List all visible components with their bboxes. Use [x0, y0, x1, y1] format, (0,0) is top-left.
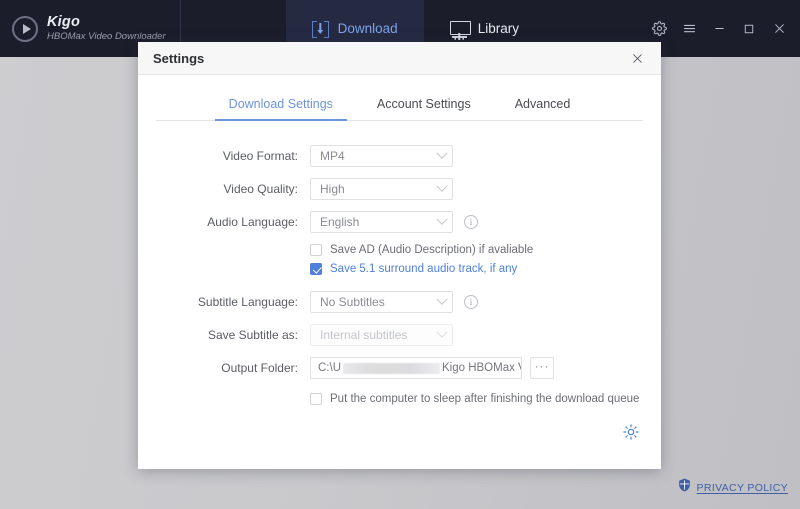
audio-language-select[interactable]: English — [310, 211, 453, 233]
chevron-down-icon — [436, 293, 448, 305]
output-folder-value-suffix: Kigo HBOMax Vide — [442, 362, 521, 374]
save-ad-checkbox[interactable] — [310, 244, 322, 256]
output-folder-value-prefix: C:\U — [318, 362, 341, 374]
subtitle-language-label: Subtitle Language: — [197, 295, 298, 309]
video-quality-value: High — [320, 182, 345, 196]
chevron-down-icon — [436, 180, 448, 192]
row-save-ad: Save AD (Audio Description) if avaliable — [138, 244, 661, 256]
save-surround-label[interactable]: Save 5.1 surround audio track, if any — [330, 263, 517, 275]
settings-dialog-title: Settings — [153, 50, 205, 66]
save-surround-checkbox[interactable] — [310, 263, 322, 275]
row-video-quality: Video Quality: High — [138, 178, 661, 200]
maximize-icon[interactable] — [734, 12, 764, 46]
row-save-subtitle-as: Save Subtitle as: Internal subtitles — [138, 324, 661, 346]
subtitle-language-info-icon[interactable]: i — [464, 295, 478, 309]
sleep-after-checkbox[interactable] — [310, 393, 322, 405]
chevron-down-icon — [436, 326, 448, 338]
nav-item-download-label: Download — [337, 21, 398, 36]
download-bracket-icon — [311, 20, 329, 38]
subtitle-language-select[interactable]: No Subtitles — [310, 291, 453, 313]
save-ad-label[interactable]: Save AD (Audio Description) if avaliable — [330, 244, 533, 256]
video-quality-select[interactable]: High — [310, 178, 453, 200]
brand-name: Kigo — [47, 13, 81, 30]
close-icon[interactable] — [764, 12, 794, 46]
gear-icon[interactable] — [644, 12, 674, 46]
video-format-value: MP4 — [320, 149, 345, 163]
lightbulb-icon[interactable] — [622, 423, 640, 441]
tab-account-settings[interactable]: Account Settings — [355, 97, 493, 120]
privacy-policy-label: PRIVACY POLICY — [696, 481, 788, 494]
audio-language-info-icon[interactable]: i — [464, 215, 478, 229]
audio-language-value: English — [320, 215, 360, 229]
settings-dialog-header: Settings — [138, 42, 661, 75]
privacy-policy-link[interactable]: PRIVACY POLICY — [678, 478, 788, 497]
video-quality-label: Video Quality: — [223, 182, 299, 196]
save-subtitle-as-select: Internal subtitles — [310, 324, 453, 346]
video-format-select[interactable]: MP4 — [310, 145, 453, 167]
settings-close-icon[interactable] — [625, 46, 649, 70]
row-sleep-after: Put the computer to sleep after finishin… — [138, 393, 661, 405]
sleep-after-label[interactable]: Put the computer to sleep after finishin… — [330, 393, 639, 405]
tab-advanced[interactable]: Advanced — [493, 97, 593, 120]
output-folder-input[interactable]: C:\U Kigo HBOMax Vide — [310, 357, 522, 379]
audio-language-label: Audio Language: — [207, 215, 298, 229]
video-format-label: Video Format: — [222, 149, 298, 163]
subtitle-language-value: No Subtitles — [320, 295, 385, 309]
download-settings-form: Video Format: MP4 Video Quality: High Au… — [138, 121, 661, 405]
row-save-surround: Save 5.1 surround audio track, if any — [138, 263, 661, 275]
row-video-format: Video Format: MP4 — [138, 145, 661, 167]
row-audio-language: Audio Language: English i — [138, 211, 661, 233]
settings-dialog: Settings Download Settings Account Setti… — [138, 42, 661, 469]
output-folder-label: Output Folder: — [221, 361, 298, 375]
chevron-down-icon — [436, 213, 448, 225]
row-output-folder: Output Folder: C:\U Kigo HBOMax Vide ··· — [138, 357, 661, 379]
tab-download-settings[interactable]: Download Settings — [207, 97, 355, 121]
shield-icon — [678, 478, 691, 497]
minimize-icon[interactable] — [704, 12, 734, 46]
row-subtitle-language: Subtitle Language: No Subtitles i — [138, 291, 661, 313]
settings-tabs: Download Settings Account Settings Advan… — [156, 75, 643, 121]
redacted-path-segment — [343, 362, 440, 374]
chevron-down-icon — [436, 147, 448, 159]
save-subtitle-as-value: Internal subtitles — [320, 328, 408, 342]
save-subtitle-as-label: Save Subtitle as: — [207, 328, 298, 342]
browse-folder-button[interactable]: ··· — [530, 357, 554, 379]
play-circle-icon — [12, 15, 38, 42]
hamburger-menu-icon[interactable] — [674, 12, 704, 46]
nav-item-library-label: Library — [477, 21, 519, 36]
window-controls — [644, 0, 800, 57]
monitor-icon — [449, 20, 471, 38]
